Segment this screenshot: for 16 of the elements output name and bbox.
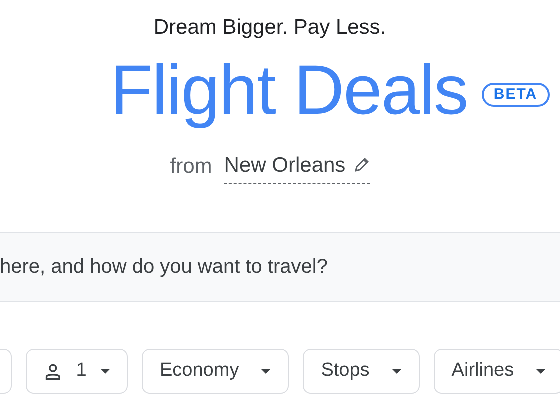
caret-icon <box>536 368 546 374</box>
beta-badge: BETA <box>482 82 550 106</box>
pencil-icon <box>354 157 370 174</box>
filter-chip[interactable]: Stops <box>303 349 420 394</box>
filter-chip[interactable]: Economy <box>142 349 290 394</box>
caret-icon <box>392 368 402 374</box>
person-icon <box>44 362 62 382</box>
caret-icon <box>100 368 110 374</box>
filter-chip[interactable]: Airlines <box>434 349 560 394</box>
caret-icon <box>261 368 272 374</box>
search-field[interactable]: here, and how do you want to travel? <box>0 232 560 302</box>
filter-chip[interactable]: 1 <box>26 349 128 394</box>
from-label: from <box>170 154 212 180</box>
origin-link[interactable]: New Orleans <box>224 150 370 184</box>
tagline: Dream Bigger. Pay Less. <box>154 15 386 41</box>
page-title: Flight Deals <box>110 50 468 130</box>
